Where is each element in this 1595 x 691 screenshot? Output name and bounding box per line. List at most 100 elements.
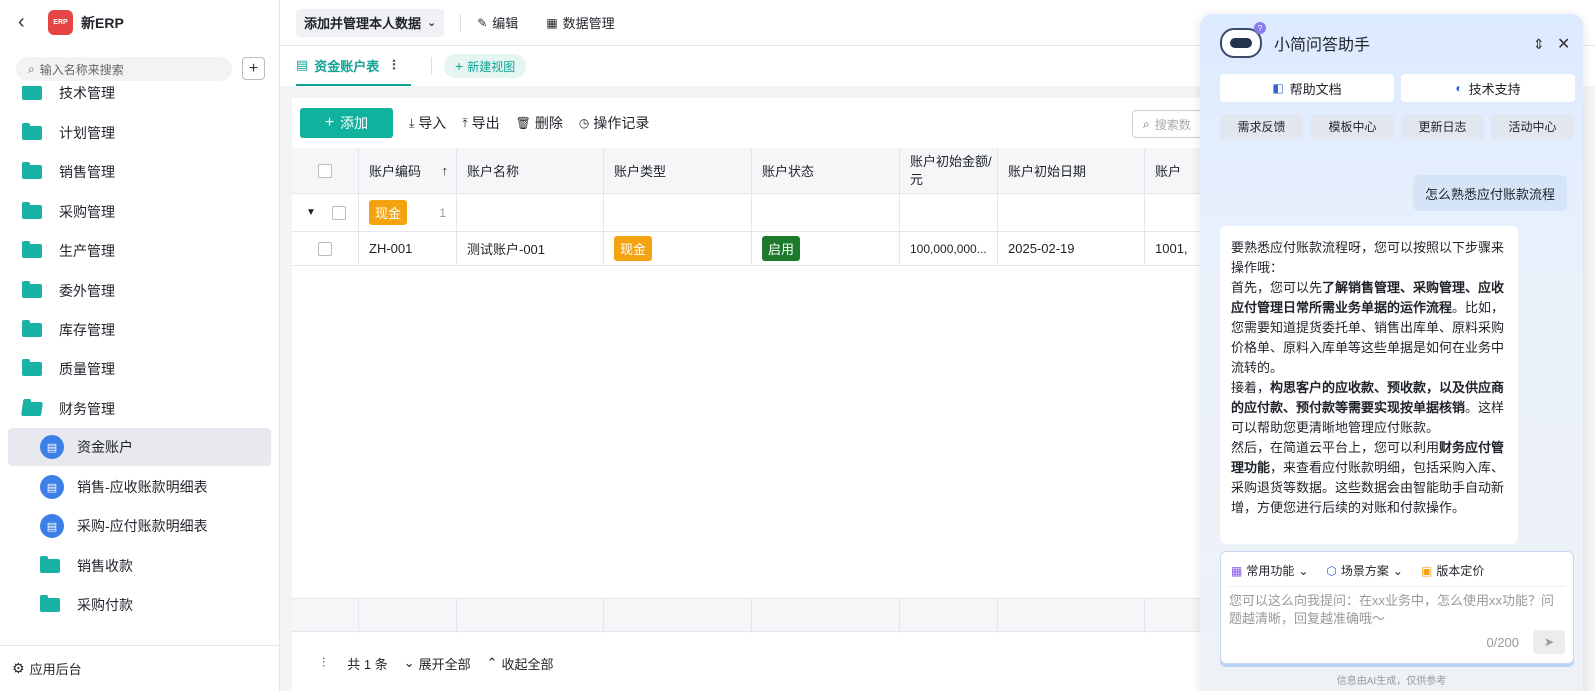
clock-icon: ◷: [578, 116, 590, 130]
divider: [1229, 586, 1565, 587]
column-header[interactable]: 账户状态: [752, 148, 900, 193]
checkbox[interactable]: [331, 205, 346, 220]
sidebar-item-outsource[interactable]: 委外管理: [0, 272, 280, 310]
table-panel: + 添加 ⤓ 导入 ⤒ 导出 🗑 删除 ◷ 操作记录 ⌕ 搜索数 账户编码 ↑ 账户名称 账…: [292, 98, 1232, 691]
activity-center-button[interactable]: 活动中心: [1491, 114, 1574, 139]
feedback-button[interactable]: 需求反馈: [1220, 114, 1303, 139]
folder-icon: [22, 359, 42, 376]
row-select: [292, 232, 359, 265]
sidebar-item-sales-receipt[interactable]: 销售收款: [0, 547, 280, 585]
sidebar-item-sales[interactable]: 销售管理: [0, 153, 280, 191]
table-cell: [457, 194, 604, 231]
app-backend-label: 应用后台: [29, 662, 82, 677]
sidebar-item-tech[interactable]: 技术管理: [0, 86, 280, 112]
sidebar-item-fund-account[interactable]: ▤ 资金账户: [8, 428, 271, 466]
changelog-button[interactable]: 更新日志: [1401, 114, 1484, 139]
column-header[interactable]: 账户初始金额/元: [900, 148, 998, 193]
expand-all-button[interactable]: ⌄ 展开全部: [404, 654, 471, 673]
edit-button[interactable]: ✎ 编辑: [477, 13, 518, 32]
import-button[interactable]: ⤓ 导入: [409, 113, 446, 133]
more-icon[interactable]: ⋮: [387, 57, 400, 73]
operation-log-button[interactable]: ◷ 操作记录: [579, 113, 649, 133]
table-cell: [900, 194, 998, 231]
sidebar-item-label: 生产管理: [59, 243, 115, 259]
help-docs-button[interactable]: ◧ 帮助文档: [1220, 74, 1394, 102]
gear-icon: ⚙: [12, 660, 25, 676]
sidebar-item-finance[interactable]: 财务管理: [0, 390, 280, 428]
group-count: 1: [439, 205, 446, 220]
answer-paragraph: 然后，在简道云平台上，您可以利用财务应付管理功能，来查看应付账款明细，包括采购入…: [1231, 440, 1505, 515]
pin-icon[interactable]: ⇕: [1533, 36, 1545, 53]
sidebar-item-receivable-detail[interactable]: ▤ 销售-应收账款明细表: [0, 468, 280, 506]
column-header[interactable]: 账户类型: [604, 148, 752, 193]
new-view-button[interactable]: + 新建视图: [444, 54, 527, 78]
sidebar-item-label: 采购管理: [59, 204, 115, 220]
assistant-title: 小简问答助手: [1274, 37, 1371, 54]
help-docs-label: 帮助文档: [1289, 81, 1342, 97]
app-logo: ERP: [48, 10, 73, 35]
folder-icon: [22, 86, 42, 100]
table-row[interactable]: ZH-001 测试账户-001 现金 启用 100,000,000... 202…: [292, 232, 1222, 266]
data-scope-dropdown[interactable]: 添加并管理本人数据 ⌄: [296, 8, 445, 37]
folder-icon: [40, 556, 60, 573]
scenario-dropdown[interactable]: ⬡ 场景方案 ⌄: [1326, 562, 1403, 579]
close-icon[interactable]: ✕: [1557, 34, 1570, 54]
common-functions-dropdown[interactable]: ▦ 常用功能 ⌄: [1231, 562, 1308, 579]
collapse-all-button[interactable]: ⌃ 收起全部: [487, 654, 554, 673]
total-count: 共 1 条: [347, 656, 388, 672]
sidebar-search-input[interactable]: ⌕ 输入名称来搜索: [16, 57, 232, 81]
char-count: 0/200: [1486, 635, 1519, 650]
data-manage-button[interactable]: ▦ 数据管理: [546, 13, 614, 32]
sidebar: ‹ ERP 新ERP ⌕ 输入名称来搜索 + 技术管理 计划管理 销售管理 采购…: [0, 0, 280, 691]
caret-down-icon[interactable]: ▼: [306, 207, 316, 218]
column-header-label: 账户名称: [467, 164, 520, 179]
sidebar-item-quality[interactable]: 质量管理: [0, 350, 280, 388]
group-row[interactable]: ▼ 现金 1: [292, 194, 1222, 232]
column-header[interactable]: 账户初始日期: [998, 148, 1145, 193]
sidebar-item-label: 技术管理: [59, 86, 115, 101]
back-icon[interactable]: ‹: [18, 11, 30, 34]
robot-icon: ?: [1220, 22, 1266, 58]
table-icon: ▤: [296, 57, 309, 72]
assistant-input-box[interactable]: ▦ 常用功能 ⌄ ⬡ 场景方案 ⌄ ▣ 版本定价 您可以这么向我提问：在xx业务中，怎么使…: [1220, 551, 1574, 664]
question-input-placeholder[interactable]: 您可以这么向我提问：在xx业务中，怎么使用xx功能？问题越清晰，回复越准确哦～: [1229, 592, 1559, 628]
sidebar-item-label: 采购-应付账款明细表: [77, 518, 208, 534]
answer-paragraph: 要熟悉应付账款流程呀，您可以按照以下步骤来操作哦：: [1231, 240, 1505, 275]
send-button[interactable]: ➤: [1533, 630, 1565, 654]
sidebar-item-payable-detail[interactable]: ▤ 采购-应付账款明细表: [0, 507, 280, 545]
answer-paragraph: 首先，您可以先了解销售管理、采购管理、应收应付管理日常所需业务单据的运作流程。比…: [1231, 280, 1505, 375]
sidebar-item-inventory[interactable]: 库存管理: [0, 311, 280, 349]
table-cell: 100,000,000...: [900, 232, 998, 265]
delete-button[interactable]: 🗑 删除: [516, 113, 563, 133]
chevron-down-icon: ⌄: [1298, 563, 1309, 578]
add-item-button[interactable]: +: [242, 57, 265, 80]
add-record-button[interactable]: + 添加: [300, 108, 393, 138]
sort-up-icon[interactable]: ↑: [442, 163, 449, 178]
app-backend-link[interactable]: ⚙ 应用后台: [0, 645, 280, 691]
sidebar-item-label: 销售-应收账款明细表: [77, 479, 208, 495]
column-header[interactable]: 账户编码 ↑: [359, 148, 457, 193]
select-all-checkbox[interactable]: [292, 148, 359, 193]
table-cell: [998, 194, 1145, 231]
sidebar-item-purchase-payment[interactable]: 采购付款: [0, 586, 280, 624]
column-header[interactable]: 账户名称: [457, 148, 604, 193]
form-icon: ▤: [40, 435, 64, 459]
sidebar-nav: 技术管理 计划管理 销售管理 采购管理 生产管理 委外管理 库存管理 质量管理 …: [0, 86, 280, 636]
operation-log-label: 操作记录: [593, 115, 650, 131]
tech-support-button[interactable]: ◐ 技术支持: [1401, 74, 1575, 102]
scenario-label: 场景方案: [1340, 564, 1389, 578]
table-cell: [604, 194, 752, 231]
checkbox[interactable]: [318, 241, 332, 256]
row-height-icon[interactable]: ⫶: [322, 655, 325, 671]
template-center-button[interactable]: 模板中心: [1311, 114, 1394, 139]
sidebar-item-plan[interactable]: 计划管理: [0, 114, 280, 152]
tab-fund-account-table[interactable]: ▤ 资金账户表 ⋮: [296, 46, 411, 86]
sidebar-item-production[interactable]: 生产管理: [0, 232, 280, 270]
pricing-button[interactable]: ▣ 版本定价: [1421, 562, 1484, 579]
export-button[interactable]: ⤒ 导出: [462, 113, 499, 133]
sidebar-item-purchase[interactable]: 采购管理: [0, 193, 280, 231]
form-icon: ▤: [40, 514, 64, 538]
assistant-answer: 要熟悉应付账款流程呀，您可以按照以下步骤来操作哦： 首先，您可以先了解销售管理、…: [1220, 226, 1518, 544]
checkbox[interactable]: [318, 163, 332, 178]
column-header-label: 账户: [1155, 164, 1182, 179]
